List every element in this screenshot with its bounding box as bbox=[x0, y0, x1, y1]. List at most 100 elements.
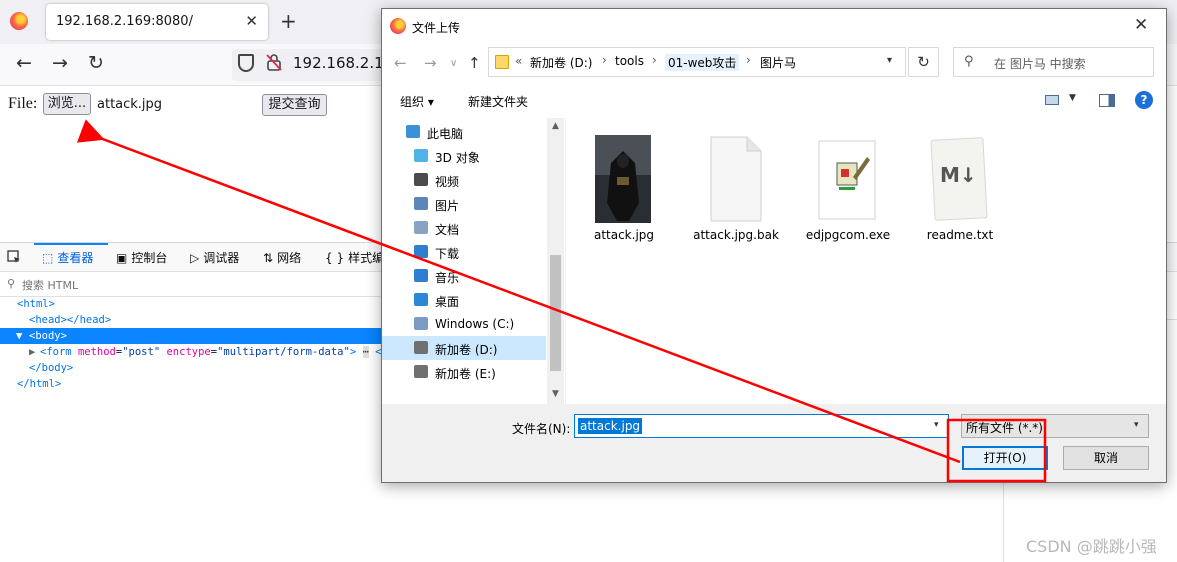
filename-field[interactable]: attack.jpg ▾ bbox=[574, 414, 949, 438]
forward-arrow-icon[interactable]: → bbox=[48, 52, 72, 74]
nav-item[interactable]: 文档 bbox=[382, 216, 546, 240]
address-bar[interactable]: « 新加卷 (D:) › tools › 01-web攻击 › 图片马 ▾ bbox=[488, 47, 906, 77]
insecure-lock-icon[interactable] bbox=[266, 53, 282, 71]
nav-item-icon bbox=[414, 173, 428, 186]
ellipsis-icon[interactable]: ⋯ bbox=[362, 346, 369, 358]
open-button[interactable]: 打开(O) bbox=[962, 446, 1048, 470]
tab-style-editor[interactable]: { } 样式编 bbox=[325, 249, 384, 266]
nav-item-label: 新加卷 (D:) bbox=[435, 343, 498, 357]
submit-button[interactable]: 提交查询 bbox=[262, 94, 327, 116]
new-tab-button[interactable]: + bbox=[280, 9, 297, 33]
nav-item-icon bbox=[414, 317, 428, 330]
reload-icon[interactable]: ↻ bbox=[84, 52, 108, 74]
file-item[interactable]: edjpgcom.exe bbox=[798, 125, 898, 245]
browser-tab[interactable]: 192.168.2.169:8080/ ✕ bbox=[46, 4, 268, 40]
form-tag: form bbox=[46, 346, 72, 358]
new-folder-button[interactable]: 新建文件夹 bbox=[468, 93, 528, 110]
tab-debugger[interactable]: ▷ 调试器 bbox=[190, 249, 239, 266]
folder-icon bbox=[495, 55, 509, 69]
nav-item-label: 3D 对象 bbox=[435, 151, 480, 165]
breadcrumb-current[interactable]: 图片马 bbox=[760, 54, 796, 71]
file-item[interactable]: attack.jpg.bak bbox=[686, 125, 786, 245]
nav-item[interactable]: 图片 bbox=[382, 192, 546, 216]
nav-item-icon bbox=[414, 221, 428, 234]
nav-item[interactable]: 新加卷 (D:) bbox=[382, 336, 546, 360]
navigation-pane: 此电脑 3D 对象视频 图片 文档 下载 音乐 桌面 Windows (C:) 新加卷 (D:)… bbox=[382, 118, 564, 404]
back-arrow-icon[interactable]: ← bbox=[12, 52, 36, 74]
chevron-down-icon[interactable]: ▼ bbox=[1069, 93, 1076, 103]
chevron-down-icon[interactable]: ▾ bbox=[934, 420, 939, 430]
head-node[interactable]: <head></head> bbox=[29, 314, 111, 326]
nav-item[interactable]: 新加卷 (E:) bbox=[382, 360, 546, 384]
element-picker-icon[interactable] bbox=[7, 250, 21, 264]
scrollbar-thumb[interactable] bbox=[550, 255, 561, 371]
nav-item-icon bbox=[414, 293, 428, 306]
filename-value[interactable]: attack.jpg bbox=[578, 418, 643, 434]
tab-label: 调试器 bbox=[203, 251, 240, 265]
breadcrumb-web-attack[interactable]: 01-web攻击 bbox=[665, 54, 740, 71]
tab-network[interactable]: ⇅ 网络 bbox=[263, 249, 301, 266]
firefox-icon bbox=[10, 12, 28, 30]
collapse-arrow-icon[interactable]: ▶ bbox=[29, 346, 35, 358]
nav-item[interactable]: 音乐 bbox=[382, 264, 546, 288]
breadcrumb-overflow[interactable]: « bbox=[515, 54, 522, 68]
html-search-bar[interactable]: ⚲ 搜索 HTML bbox=[0, 273, 384, 297]
scroll-down-icon[interactable]: ▼ bbox=[552, 389, 559, 399]
tab-inspector[interactable]: ⬚ 查看器 bbox=[42, 249, 93, 266]
watermark: CSDN @跳跳小强 bbox=[1026, 537, 1157, 556]
back-arrow-icon[interactable]: ← bbox=[394, 54, 407, 72]
chevron-down-icon[interactable]: ▾ bbox=[1134, 420, 1139, 430]
refresh-button[interactable]: ↻ bbox=[908, 47, 939, 77]
close-icon[interactable]: ✕ bbox=[245, 12, 258, 30]
nav-item-label: Windows (C:) bbox=[435, 317, 515, 331]
nav-item[interactable]: 下载 bbox=[382, 240, 546, 264]
search-input[interactable]: 在 图片马 中搜索 bbox=[994, 55, 1086, 72]
shield-icon[interactable] bbox=[238, 54, 254, 72]
inspector-icon: ⬚ bbox=[42, 251, 54, 265]
file-name: edjpgcom.exe bbox=[805, 228, 891, 242]
chevron-down-icon[interactable]: ▾ bbox=[887, 55, 892, 66]
nav-item-icon bbox=[414, 197, 428, 210]
help-icon[interactable]: ? bbox=[1135, 91, 1153, 109]
cancel-button[interactable]: 取消 bbox=[1063, 446, 1149, 470]
tab-title: 192.168.2.169:8080/ bbox=[56, 14, 193, 29]
file-type-select[interactable]: 所有文件 (*.*) ▾ bbox=[961, 414, 1149, 438]
active-tab-indicator bbox=[34, 243, 108, 245]
tab-label: 样式编 bbox=[348, 251, 385, 265]
search-input[interactable]: 搜索 HTML bbox=[22, 277, 78, 293]
breadcrumb-separator-icon[interactable]: › bbox=[746, 53, 751, 67]
body-node[interactable]: <body> bbox=[29, 330, 67, 342]
breadcrumb-separator-icon[interactable]: › bbox=[602, 53, 607, 67]
nav-item[interactable]: 此电脑 bbox=[382, 120, 546, 144]
up-arrow-icon[interactable]: ↑ bbox=[468, 54, 481, 72]
folder-search-box[interactable]: ⚲ 在 图片马 中搜索 bbox=[953, 47, 1154, 77]
form-node[interactable]: <form method="post" enctype="multipart/f… bbox=[40, 346, 400, 358]
tab-console[interactable]: ▣ 控制台 bbox=[116, 249, 167, 266]
body-close-node: </body> bbox=[29, 362, 74, 374]
organize-menu[interactable]: 组织 ▾ bbox=[400, 93, 434, 110]
file-item[interactable]: M↓ readme.txt bbox=[910, 125, 1010, 245]
file-upload-dialog: 文件上传 ✕ ← → ∨ ↑ « 新加卷 (D:) › tools › 01-w… bbox=[381, 8, 1167, 483]
breadcrumb-drive-d[interactable]: 新加卷 (D:) bbox=[530, 54, 592, 71]
html-node[interactable]: <html> bbox=[17, 298, 55, 310]
breadcrumb-tools[interactable]: tools bbox=[615, 54, 644, 68]
nav-item-icon bbox=[414, 245, 428, 258]
scroll-up-icon[interactable]: ▲ bbox=[552, 121, 559, 131]
file-item[interactable]: attack.jpg bbox=[574, 125, 674, 245]
forward-arrow-icon[interactable]: → bbox=[424, 54, 437, 72]
nav-item[interactable]: Windows (C:) bbox=[382, 312, 546, 336]
nav-item-icon bbox=[414, 341, 428, 354]
form-value: "multipart/form-data" bbox=[217, 346, 350, 358]
browse-button[interactable]: 浏览... bbox=[43, 93, 91, 115]
nav-item[interactable]: 3D 对象 bbox=[382, 144, 546, 168]
nav-item[interactable]: 桌面 bbox=[382, 288, 546, 312]
console-icon: ▣ bbox=[116, 251, 128, 265]
chevron-down-icon[interactable]: ∨ bbox=[450, 58, 457, 69]
expand-arrow-icon[interactable]: ▼ bbox=[16, 330, 22, 342]
nav-item[interactable]: 视频 bbox=[382, 168, 546, 192]
view-mode-icon[interactable] bbox=[1045, 95, 1059, 105]
breadcrumb-separator-icon[interactable]: › bbox=[652, 53, 657, 67]
close-icon[interactable]: ✕ bbox=[1134, 15, 1148, 35]
tab-label: 控制台 bbox=[131, 251, 168, 265]
preview-pane-icon[interactable] bbox=[1099, 94, 1115, 107]
